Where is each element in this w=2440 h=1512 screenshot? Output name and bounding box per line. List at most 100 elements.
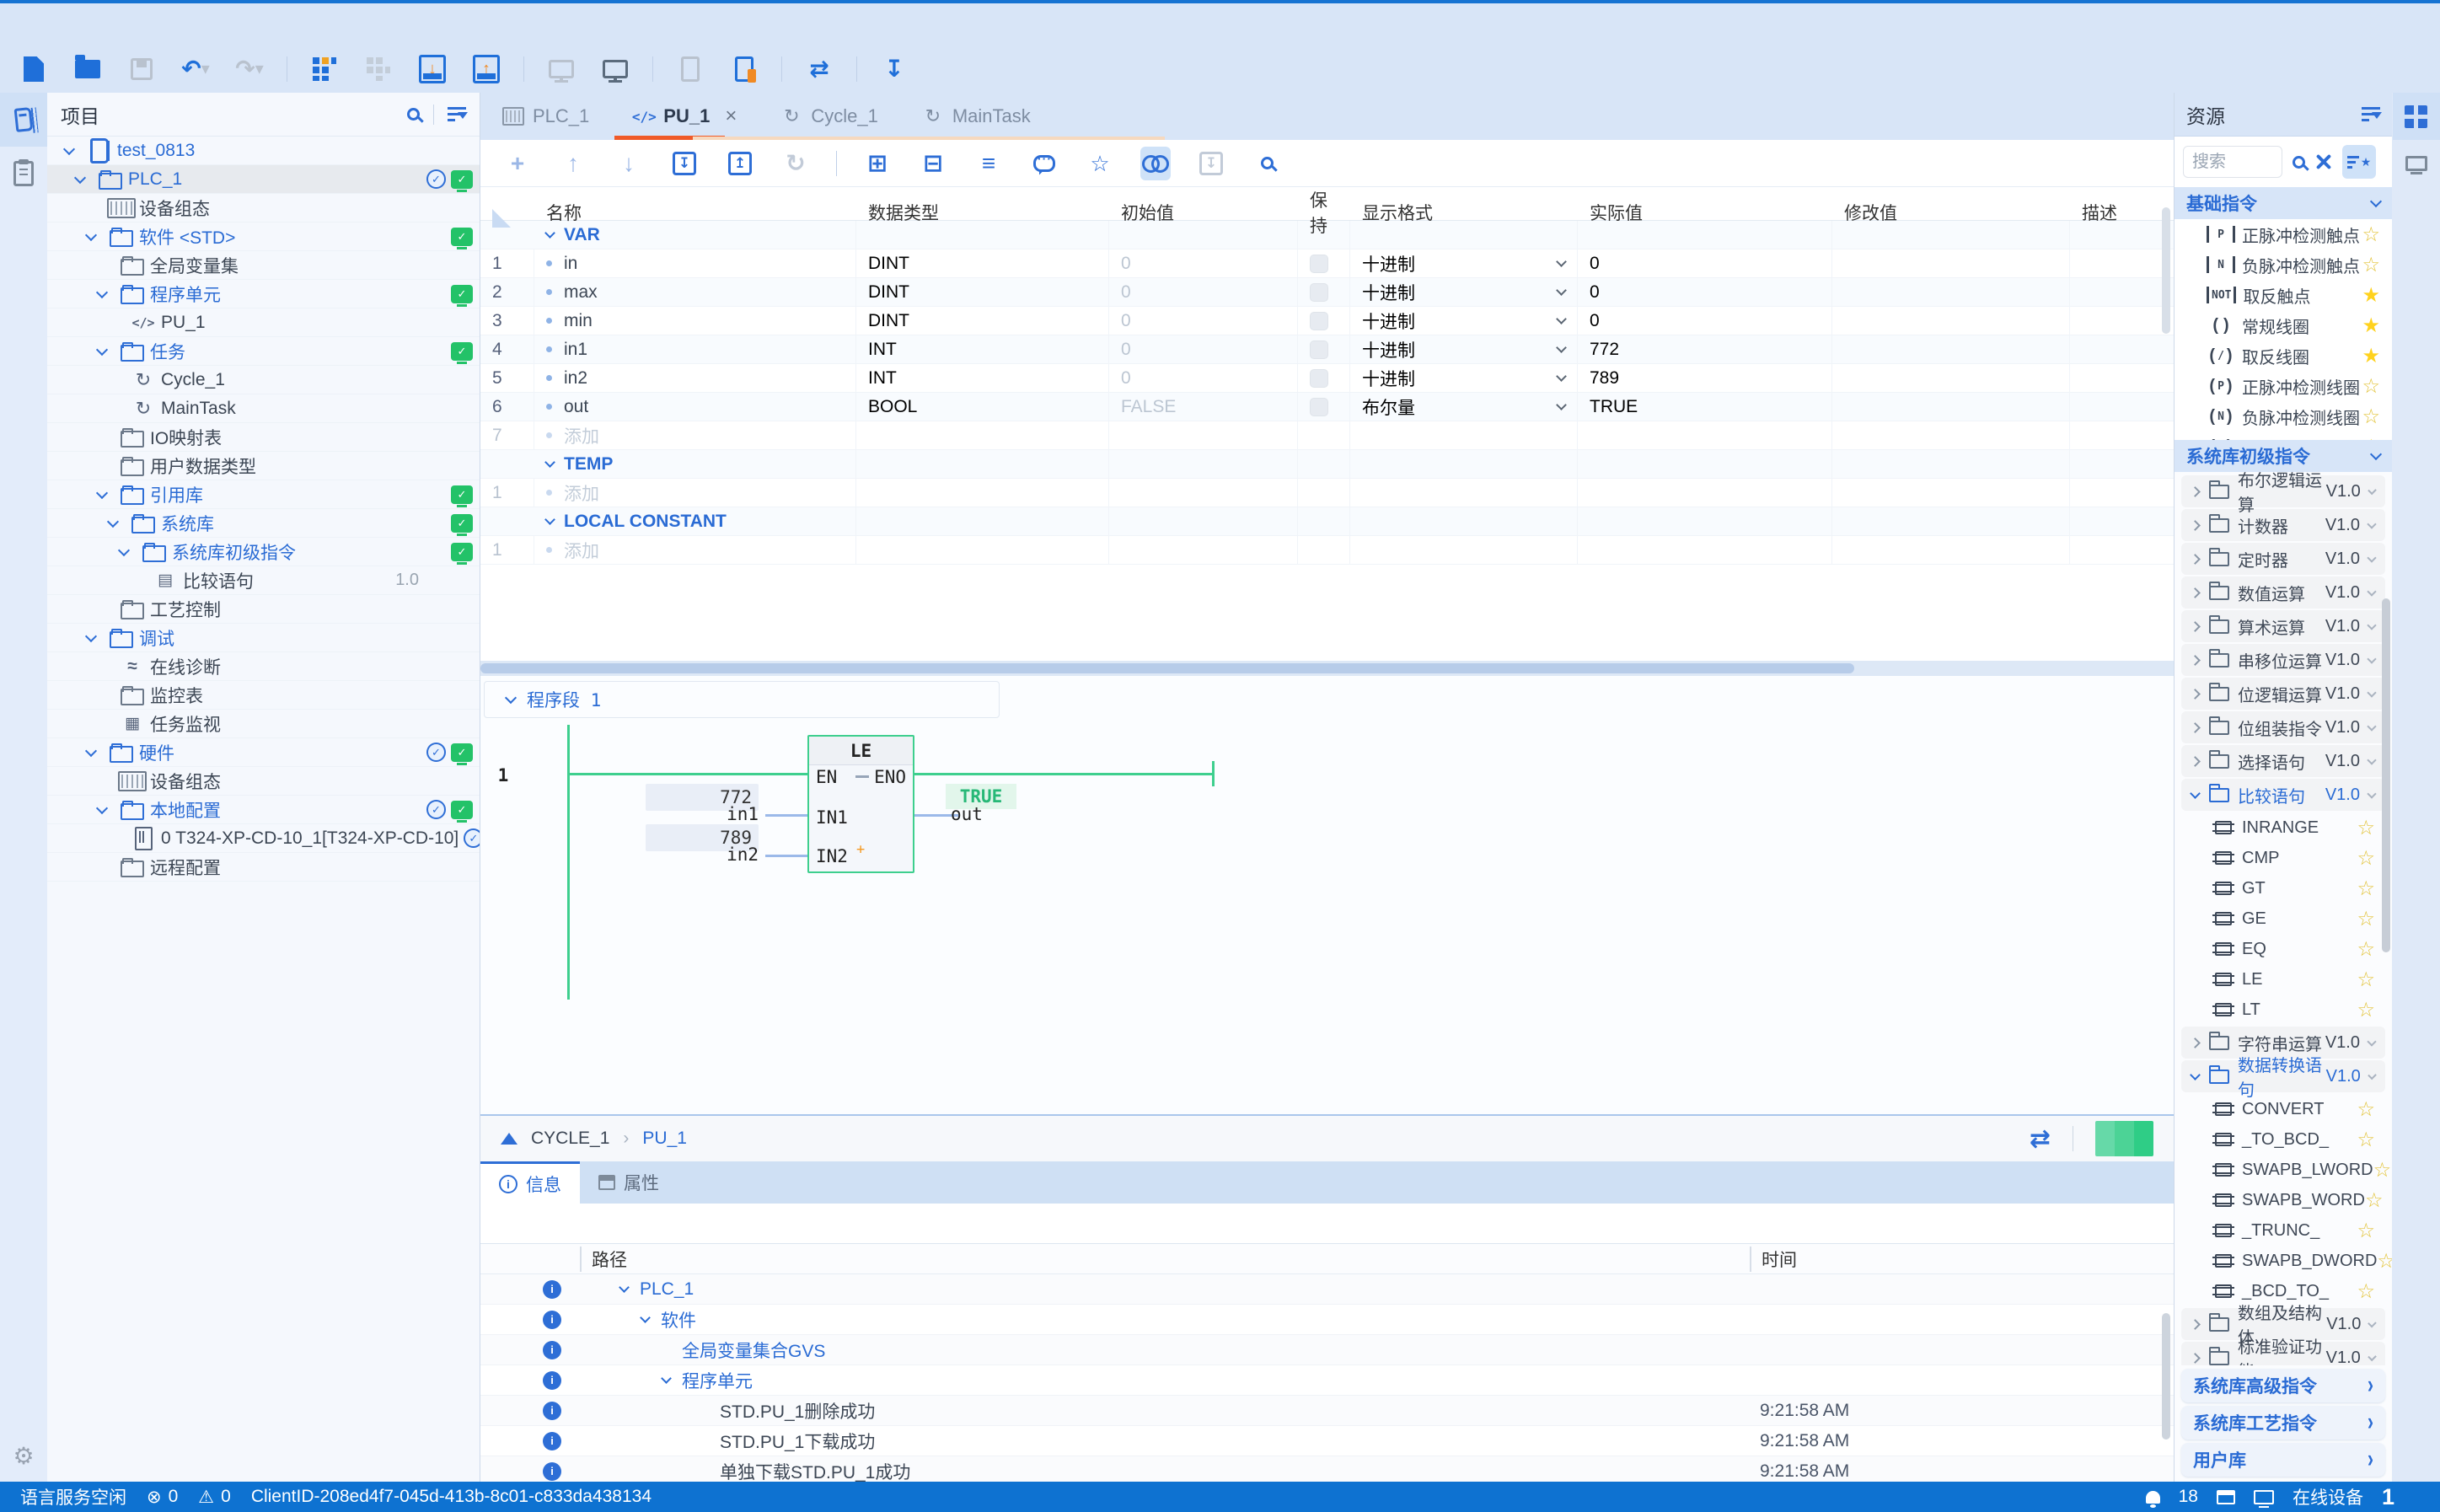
editor-tab[interactable]: PLC_1 × (480, 93, 611, 140)
dropdown-chevron-icon[interactable] (1556, 342, 1567, 353)
chevron-down-icon[interactable] (504, 691, 517, 705)
project-tree-item[interactable]: 监控表 (47, 681, 480, 710)
data-type[interactable]: BOOL (868, 397, 917, 417)
project-tree-item[interactable]: 0 T324-XP-CD-10_1[T324-XP-CD-10] (47, 824, 480, 853)
retain-checkbox[interactable] (1310, 340, 1328, 359)
project-tree-item[interactable]: 系统库初级指令 (47, 538, 480, 566)
retain-checkbox[interactable] (1310, 311, 1328, 330)
chevron-down-icon[interactable] (95, 802, 109, 814)
chevron-icon[interactable] (2190, 485, 2201, 497)
close-icon[interactable]: × (725, 105, 737, 128)
edit-tools-icon[interactable] (2315, 153, 2332, 170)
chevron-down-icon[interactable] (2367, 518, 2377, 529)
online-monitor-icon[interactable] (598, 52, 632, 86)
chevron-down-icon[interactable] (2367, 552, 2377, 563)
chevron-icon[interactable] (2190, 654, 2201, 666)
watch-online-icon[interactable] (1140, 146, 1171, 180)
variable-name[interactable]: in (564, 254, 577, 274)
instruction-item[interactable]: / 取反线圈 (2175, 340, 2392, 371)
initial-value[interactable]: 0 (1121, 311, 1131, 331)
sort-filter-icon[interactable] (448, 106, 468, 122)
chevron-icon[interactable] (2190, 1069, 2201, 1080)
variable-name[interactable]: min (564, 311, 593, 331)
online-device-icon[interactable] (2253, 1489, 2274, 1508)
warning-count[interactable]: ⚠ 0 (198, 1487, 231, 1508)
log-scrollbar[interactable] (2162, 1313, 2170, 1440)
variable-name[interactable]: 添加 (564, 538, 599, 563)
online-device-count[interactable]: 1 (2382, 1484, 2394, 1510)
instruction-item[interactable]: N 负脉冲检测触点 (2175, 249, 2392, 280)
library-row[interactable]: 比较语句 V1.0 (2181, 779, 2385, 811)
retain-checkbox[interactable] (1310, 397, 1328, 416)
log-message[interactable]: 单独下载STD.PU_1成功 (720, 1459, 910, 1483)
section-primary-instructions[interactable]: 系统库初级指令 (2175, 440, 2392, 472)
log-message[interactable]: 软件 (661, 1307, 696, 1332)
star-icon[interactable] (2357, 877, 2375, 901)
chevron-icon[interactable] (2190, 553, 2201, 565)
chevron-icon[interactable] (2190, 1318, 2201, 1330)
project-tree-item[interactable]: IO映射表 (47, 423, 480, 452)
chevron-down-icon[interactable] (62, 142, 76, 155)
le-function-block[interactable]: LE EN ENO IN1 IN2 + (807, 735, 914, 873)
library-row[interactable]: INRANGE (2181, 812, 2385, 843)
project-tree-item[interactable]: 系统库 (47, 509, 480, 538)
添加[interactable]: 1 添加 (480, 536, 2174, 565)
library-row[interactable]: _TO_BCD_ (2181, 1124, 2385, 1155)
log-message[interactable]: 程序单元 (682, 1368, 753, 1393)
chevron-down-icon[interactable] (2367, 754, 2377, 765)
project-view-button[interactable] (0, 93, 47, 147)
project-tree-item[interactable]: 设备组态 (47, 194, 480, 223)
chevron-down-icon[interactable] (2367, 619, 2377, 630)
project-tree-item[interactable]: PU_1 (47, 308, 480, 337)
star-icon[interactable] (2362, 344, 2380, 368)
variable-name[interactable]: max (564, 282, 598, 303)
library-row[interactable]: 数据转换语句 V1.0 (2181, 1057, 2385, 1100)
chevron-down-icon[interactable] (2367, 721, 2377, 732)
star-icon[interactable] (2357, 1128, 2375, 1152)
settings-gear-icon[interactable]: ⚙ (13, 1442, 34, 1470)
library-row[interactable]: 计数器 V1.0 (2181, 509, 2385, 541)
variable-name[interactable]: 添加 (564, 480, 599, 506)
notification-count[interactable]: 18 (2179, 1487, 2198, 1507)
display-format[interactable]: 布尔量 (1362, 394, 1415, 420)
project-tree-item[interactable]: 调试 (47, 624, 480, 652)
download-to-device-icon[interactable]: ↓ (416, 52, 449, 86)
star-icon[interactable] (2373, 1158, 2392, 1182)
search-input[interactable] (2183, 146, 2282, 178)
horizontal-splitter[interactable] (480, 661, 2174, 676)
variable-name[interactable]: out (564, 397, 588, 417)
collapsed-section[interactable]: 用户库 › (2181, 1443, 2385, 1477)
initial-value[interactable]: 0 (1121, 282, 1131, 303)
chevron-icon[interactable] (2190, 1037, 2201, 1048)
dropdown-chevron-icon[interactable] (1556, 314, 1567, 324)
display-format[interactable]: 十进制 (1362, 308, 1415, 334)
comment-icon[interactable] (1029, 147, 1059, 180)
group-chevron-icon[interactable] (544, 228, 555, 239)
log-row[interactable]: PLC_1 (480, 1274, 2174, 1305)
instruction-item[interactable]: P 正脉冲检测触点 (2175, 219, 2392, 249)
log-row[interactable]: 全局变量集合GVS (480, 1335, 2174, 1365)
editor-tab[interactable]: MainTask × (900, 93, 1053, 140)
instruction-item[interactable]: N 负脉冲检测线圈 (2175, 401, 2392, 432)
star-icon[interactable] (2357, 907, 2375, 931)
star-icon[interactable] (2357, 998, 2375, 1022)
grid-view-button[interactable] (2392, 93, 2440, 140)
chevron-down-icon[interactable] (95, 286, 109, 298)
chevron-down-icon[interactable] (84, 744, 98, 757)
retain-checkbox[interactable] (1310, 282, 1328, 302)
tab-info[interactable]: 信息 (480, 1161, 580, 1204)
out-operand[interactable]: out (951, 804, 983, 824)
scrollbar-thumb[interactable] (480, 663, 1854, 673)
star-icon[interactable] (2362, 223, 2380, 247)
chevron-icon[interactable] (2190, 620, 2201, 632)
chevron-down-icon[interactable] (2368, 1318, 2377, 1327)
section-basic-instructions[interactable]: 基础指令 (2175, 187, 2392, 219)
log-message[interactable]: 全局变量集合GVS (682, 1338, 825, 1363)
log-header-time[interactable]: 时间 (1750, 1246, 1797, 1272)
star-icon[interactable] (2377, 1249, 2392, 1273)
project-tree-item[interactable]: Cycle_1 (47, 366, 480, 394)
star-icon[interactable] (2357, 968, 2375, 992)
chevron-down-icon[interactable] (84, 228, 98, 241)
log-message[interactable]: PLC_1 (640, 1279, 694, 1300)
library-row[interactable]: LE (2181, 964, 2385, 995)
